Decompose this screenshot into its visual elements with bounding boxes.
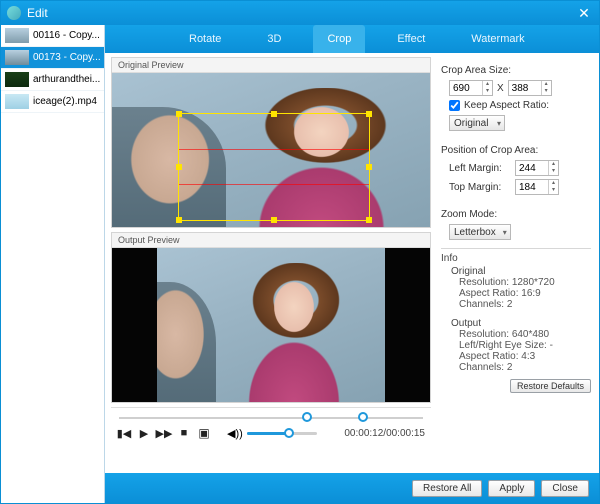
crop-handle[interactable] [366,164,372,170]
prev-button[interactable]: ▮◀ [117,426,131,440]
restore-defaults-button[interactable]: Restore Defaults [510,379,591,393]
spin-up-icon[interactable]: ▴ [548,180,558,187]
spin-down-icon[interactable]: ▾ [541,88,551,95]
top-margin-spinner[interactable]: ▴▾ [515,179,559,195]
left-margin-label: Left Margin: [449,163,511,174]
info-row: Channels: 2 [459,299,591,310]
spin-up-icon[interactable]: ▴ [548,161,558,168]
crop-handle[interactable] [176,111,182,117]
volume-control[interactable]: ◀)) [227,427,317,440]
spin-down-icon[interactable]: ▾ [548,187,558,194]
titlebar: Edit ✕ [1,1,599,25]
spin-down-icon[interactable]: ▾ [482,88,492,95]
file-item[interactable]: 00116 - Copy... [1,25,104,47]
crop-position-label: Position of Crop Area: [441,145,591,156]
crop-handle[interactable] [366,217,372,223]
progress-marker[interactable] [358,412,368,422]
tab-rotate[interactable]: Rotate [175,25,235,53]
zoom-mode-select[interactable]: Letterbox [449,224,511,240]
crop-handle[interactable] [176,164,182,170]
file-name: 00116 - Copy... [33,30,100,41]
file-item[interactable]: iceage(2).mp4 [1,91,104,113]
crop-handle[interactable] [271,217,277,223]
crop-handle[interactable] [366,111,372,117]
play-button[interactable]: ▶ [137,426,151,440]
thumb-icon [5,94,29,109]
file-name: iceage(2).mp4 [33,96,97,107]
crop-width-input[interactable] [450,83,482,94]
spin-up-icon[interactable]: ▴ [541,81,551,88]
info-row: Aspect Ratio: 4:3 [459,351,591,362]
thumb-icon [5,50,29,65]
file-item[interactable]: arthurandthei... [1,69,104,91]
tab-crop[interactable]: Crop [313,25,365,53]
info-output-label: Output [451,318,591,329]
stop-button[interactable]: ■ [177,426,191,440]
snapshot-button[interactable]: ▣ [197,426,211,440]
keep-ratio-label: Keep Aspect Ratio: [464,100,549,111]
info-panel: Info Original Resolution: 1280*720 Aspec… [441,253,591,373]
app-icon [7,6,21,20]
zoom-mode-label: Zoom Mode: [441,209,591,220]
info-row: Resolution: 1280*720 [459,277,591,288]
volume-icon: ◀)) [227,427,243,440]
thumb-icon [5,72,29,87]
output-preview-label: Output Preview [112,233,430,248]
info-header: Info [441,253,591,264]
edit-tabs: Rotate 3D Crop Effect Watermark [105,25,599,53]
original-preview-label: Original Preview [112,58,430,73]
info-row: Resolution: 640*480 [459,329,591,340]
tab-effect[interactable]: Effect [383,25,439,53]
bottom-bar: Restore All Apply Close [105,473,599,503]
crop-settings: Crop Area Size: ▴▾ X ▴▾ Keep Aspect Rati… [435,57,593,473]
file-name: 00173 - Copy... [33,52,101,63]
spin-up-icon[interactable]: ▴ [482,81,492,88]
info-row: Left/Right Eye Size: - [459,340,591,351]
apply-button[interactable]: Apply [488,480,535,497]
crop-handle[interactable] [176,217,182,223]
time-display: 00:00:12/00:00:15 [344,428,425,439]
top-margin-label: Top Margin: [449,182,511,193]
left-margin-input[interactable] [516,163,548,174]
output-preview-panel: Output Preview [111,232,431,403]
thumb-icon [5,28,29,43]
keep-ratio-checkbox[interactable] [449,100,460,111]
original-preview-panel: Original Preview [111,57,431,228]
file-sidebar: 00116 - Copy... 00173 - Copy... arthuran… [1,25,105,503]
volume-handle[interactable] [284,428,294,438]
crop-rectangle[interactable] [178,113,370,221]
progress-marker[interactable] [302,412,312,422]
info-row: Channels: 2 [459,362,591,373]
info-row: Aspect Ratio: 16:9 [459,288,591,299]
progress-track[interactable] [115,412,427,424]
window-title: Edit [27,6,48,20]
crop-height-input[interactable] [509,83,541,94]
close-button[interactable]: Close [541,480,589,497]
crop-handle[interactable] [271,111,277,117]
spin-down-icon[interactable]: ▾ [548,168,558,175]
info-original-label: Original [451,266,591,277]
playbar: ▮◀ ▶ ▶▶ ■ ▣ ◀)) 00:00:12/00:00:15 [111,407,431,442]
file-item[interactable]: 00173 - Copy... [1,47,104,69]
original-preview[interactable] [112,73,430,227]
top-margin-input[interactable] [516,182,548,193]
x-label: X [497,83,504,94]
left-margin-spinner[interactable]: ▴▾ [515,160,559,176]
restore-all-button[interactable]: Restore All [412,480,482,497]
crop-height-spinner[interactable]: ▴▾ [508,80,552,96]
ffwd-button[interactable]: ▶▶ [157,426,171,440]
crop-size-label: Crop Area Size: [441,65,591,76]
tab-watermark[interactable]: Watermark [457,25,538,53]
output-preview [112,248,430,402]
crop-width-spinner[interactable]: ▴▾ [449,80,493,96]
close-icon[interactable]: ✕ [575,4,593,22]
aspect-ratio-select[interactable]: Original [449,115,505,131]
file-name: arthurandthei... [33,74,100,85]
tab-3d[interactable]: 3D [253,25,295,53]
